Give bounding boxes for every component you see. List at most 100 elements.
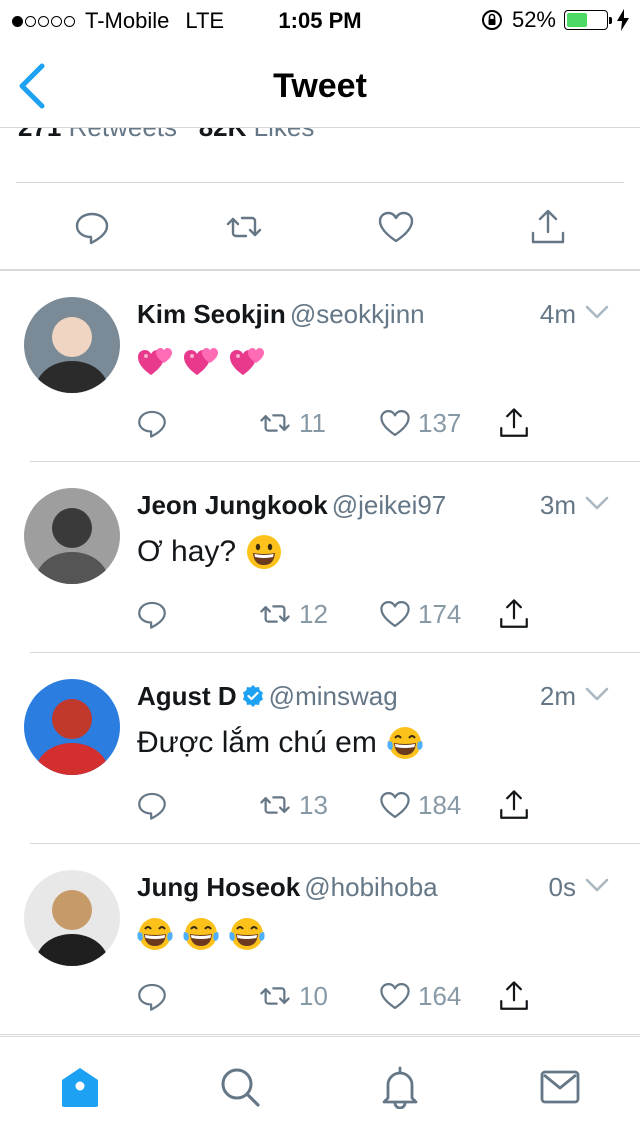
share-icon [500,981,528,1010]
likes-count: 82K [199,128,247,142]
tweet-stats: 271 Retweets 82K Likes [18,128,518,142]
retweet-button[interactable]: 11 [257,403,326,443]
reply-icon [138,601,166,629]
reply-actions: 13 184 [135,785,555,825]
page-title: Tweet [273,67,367,105]
two-hearts-emoji-icon [230,348,264,375]
like-heart-icon [380,409,410,437]
share-icon [500,408,528,437]
share-icon[interactable] [528,207,568,247]
chevron-down-icon[interactable] [584,493,610,513]
orientation-lock-icon [481,10,502,30]
retweets-count: 271 [18,128,61,142]
retweet-icon [260,605,290,623]
retweet-icon [260,987,290,1005]
reply-actions: 12 174 [135,594,555,634]
reply-actions: 11 137 [135,403,555,443]
navigation-bar: Tweet [0,40,640,128]
share-button[interactable] [497,785,537,825]
tweet-text [137,916,275,952]
reply-button[interactable] [135,403,175,443]
like-button[interactable]: 174 [378,594,461,634]
reply-tweet[interactable]: Jung Hoseok @hobihoba 0s 10 164 [0,844,640,1035]
charging-bolt-icon [617,9,629,31]
reply-icon [138,410,166,438]
tweet-time: 3m [539,490,576,520]
reply-header: Kim Seokjin @seokkjinn [137,299,425,330]
like-button[interactable]: 184 [378,785,461,825]
notifications-icon[interactable] [378,1065,422,1109]
reply-tweet[interactable]: Kim Seokjin @seokkjinn 4m 11 137 [0,271,640,462]
user-name[interactable]: Kim Seokjin [137,299,286,329]
home-icon[interactable] [58,1065,102,1109]
battery-percent: 52% [511,7,556,32]
share-icon [500,790,528,819]
emoji-row [137,916,275,952]
user-handle[interactable]: @hobihoba [304,872,437,902]
reply-button[interactable] [135,785,175,825]
grinning-face-emoji-icon [247,535,282,569]
retweet-count: 11 [299,407,326,438]
tweet-time: 0s [548,872,576,902]
retweets-label[interactable]: Retweets [69,128,177,142]
retweet-button[interactable]: 13 [257,785,328,825]
tweet-text: Được lắm chú em [137,725,433,761]
retweet-count: 10 [299,980,328,1011]
avatar[interactable] [24,297,120,393]
chevron-down-icon[interactable] [584,302,610,322]
divider [0,1034,640,1035]
reply-actions: 10 164 [135,976,555,1016]
like-heart-icon [380,982,410,1010]
like-heart-icon [380,600,410,628]
likes-label[interactable]: Likes [254,128,315,142]
tab-bar [0,1036,640,1136]
user-handle[interactable]: @seokkjinn [290,299,425,329]
reply-header: Jung Hoseok @hobihoba [137,872,438,903]
avatar[interactable] [24,870,120,966]
tweet-text [137,343,275,379]
tears-of-joy-emoji-icon [229,918,265,950]
user-handle[interactable]: @jeikei97 [332,490,447,520]
main-tweet-actions [0,183,640,269]
tweet-time: 2m [539,681,576,711]
like-button[interactable]: 164 [378,976,461,1016]
emoji-row [246,534,292,570]
reply-tweet[interactable]: Jeon Jungkook @jeikei97 3m Ơ hay? 12 174 [0,462,640,653]
tweet-time: 4m [539,299,576,329]
avatar[interactable] [24,679,120,775]
like-count: 137 [418,407,462,438]
share-icon [500,599,528,628]
like-count: 184 [418,789,462,820]
like-button[interactable]: 137 [378,403,461,443]
avatar[interactable] [24,488,120,584]
retweet-count: 13 [299,789,328,820]
reply-button[interactable] [135,594,175,634]
share-button[interactable] [497,976,537,1016]
like-heart-icon[interactable] [376,207,416,247]
retweet-button[interactable]: 10 [257,976,328,1016]
user-name[interactable]: Jeon Jungkook [137,490,328,520]
share-button[interactable] [497,594,537,634]
tears-of-joy-emoji-icon [183,918,219,950]
reply-icon [138,792,166,820]
user-name[interactable]: Agust D [137,681,237,711]
like-heart-icon [380,791,410,819]
tears-of-joy-emoji-icon [387,727,423,759]
emoji-row [137,343,275,379]
user-handle[interactable]: @minswag [269,681,398,711]
messages-icon[interactable] [538,1065,582,1109]
chevron-down-icon[interactable] [584,684,610,704]
user-name[interactable]: Jung Hoseok [137,872,300,902]
reply-tweet[interactable]: Agust D @minswag 2m Được lắm chú em 13 1… [0,653,640,844]
battery-level [567,13,587,27]
tears-of-joy-emoji-icon [137,918,173,950]
chevron-down-icon[interactable] [584,875,610,895]
reply-header: Agust D @minswag [137,681,398,712]
reply-icon[interactable] [72,207,112,247]
retweet-icon[interactable] [224,207,264,247]
search-icon[interactable] [218,1065,262,1109]
share-button[interactable] [497,403,537,443]
battery-icon [564,10,612,30]
reply-button[interactable] [135,976,175,1016]
retweet-button[interactable]: 12 [257,594,328,634]
